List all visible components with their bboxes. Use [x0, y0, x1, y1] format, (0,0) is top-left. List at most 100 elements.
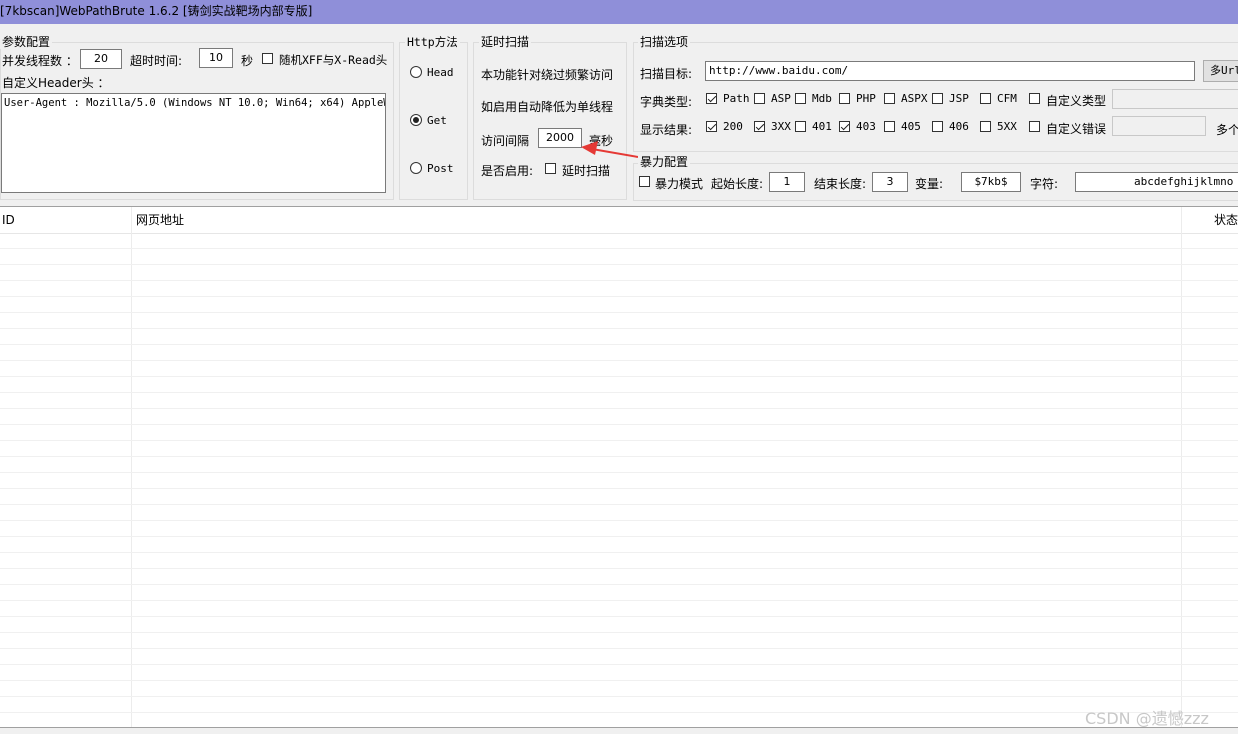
interval-input[interactable]: 2000 [538, 128, 582, 148]
delay-enable-checkbox-label: 延时扫描 [562, 164, 611, 178]
timeout-unit: 秒 [241, 54, 254, 68]
result-code-label: 3XX [771, 120, 791, 133]
result-code-checkbox[interactable] [754, 121, 765, 132]
table-row-line [0, 584, 1238, 585]
chars-value: abcdefghijklmno [1134, 175, 1234, 188]
dict-type-label: CFM [997, 92, 1017, 105]
dict-type-checkbox[interactable] [795, 93, 806, 104]
table-row-line [0, 440, 1238, 441]
target-label: 扫描目标: [640, 67, 693, 81]
dict-type-checkbox[interactable] [706, 93, 717, 104]
result-code-label: 401 [812, 120, 832, 133]
chars-input[interactable]: abcdefghijklmno [1075, 172, 1238, 192]
red-arrow-annotation [581, 141, 639, 158]
table-row-line [0, 536, 1238, 537]
timeout-input[interactable]: 10 [199, 48, 233, 68]
column-divider [1181, 207, 1182, 728]
table-row-line [0, 632, 1238, 633]
column-header-url[interactable]: 网页地址 [136, 207, 184, 233]
delay-desc-line2: 如启用自动降低为单线程 [481, 100, 614, 114]
result-code-checkbox[interactable] [795, 121, 806, 132]
end-length-label: 结束长度: [814, 177, 867, 191]
column-header-status[interactable]: 状态 [1214, 207, 1238, 233]
method-get-radio[interactable] [410, 114, 422, 126]
dict-type-checkbox[interactable] [932, 93, 943, 104]
method-head-radio[interactable] [410, 66, 422, 78]
dict-type-label: ASPX [901, 92, 928, 105]
result-code-checkbox[interactable] [1029, 121, 1040, 132]
watermark: CSDN @遗憾zzz [1085, 709, 1209, 728]
method-get-label: Get [427, 114, 447, 127]
result-code-checkbox[interactable] [706, 121, 717, 132]
brute-group-title: 暴力配置 [638, 155, 691, 169]
header-textarea[interactable]: User-Agent : Mozilla/5.0 (Windows NT 10.… [1, 93, 386, 193]
table-row-line [0, 296, 1238, 297]
brute-mode-checkbox[interactable] [639, 176, 650, 187]
result-code-label: 403 [856, 120, 876, 133]
window-title-bar: [7kbscan]WebPathBrute 1.6.2 [铸剑实战靶场内部专版] [0, 0, 1238, 24]
multi-label: 多个 [1216, 123, 1238, 137]
dict-type-checkbox[interactable] [1029, 93, 1040, 104]
header-label: 自定义Header头 ： [2, 76, 110, 90]
window-title: [7kbscan]WebPathBrute 1.6.2 [铸剑实战靶场内部专版] [0, 4, 313, 18]
table-row-line [0, 696, 1238, 697]
delay-enable-checkbox[interactable] [545, 163, 556, 174]
dict-type-checkbox[interactable] [839, 93, 850, 104]
dict-type-checkbox[interactable] [754, 93, 765, 104]
table-row-line [0, 616, 1238, 617]
delay-group-title: 延时扫描 [479, 35, 532, 49]
table-row-line [0, 376, 1238, 377]
table-row-line [0, 568, 1238, 569]
table-row-line [0, 664, 1238, 665]
result-code-checkbox[interactable] [932, 121, 943, 132]
result-code-checkbox[interactable] [839, 121, 850, 132]
params-group-title: 参数配置 [0, 35, 53, 49]
header-text: User-Agent : Mozilla/5.0 (Windows NT 10.… [4, 97, 386, 109]
scan-group-title: 扫描选项 [638, 35, 691, 49]
random-xff-checkbox[interactable] [262, 53, 273, 64]
dict-type-label: Mdb [812, 92, 832, 105]
interval-label: 访问间隔 [481, 134, 530, 148]
table-row-line [0, 344, 1238, 345]
table-row-line [0, 264, 1238, 265]
column-header-id[interactable]: ID [2, 207, 15, 233]
start-length-label: 起始长度: [711, 177, 764, 191]
dict-type-label: PHP [856, 92, 876, 105]
result-code-checkbox[interactable] [884, 121, 895, 132]
random-xff-label: 随机XFF与X-Read头 [279, 53, 388, 67]
variable-input[interactable]: $7kb$ [961, 172, 1021, 192]
result-code-label: 5XX [997, 120, 1017, 133]
result-code-label: 自定义错误 [1046, 122, 1107, 136]
dict-type-checkbox[interactable] [884, 93, 895, 104]
table-row-line [0, 360, 1238, 361]
result-label: 显示结果: [640, 123, 693, 137]
dict-type-label: JSP [949, 92, 969, 105]
method-post-radio[interactable] [410, 162, 422, 174]
table-row-line [0, 280, 1238, 281]
result-code-checkbox[interactable] [980, 121, 991, 132]
custom-error-input[interactable] [1112, 116, 1206, 136]
multi-url-button[interactable]: 多Url [1203, 60, 1238, 82]
end-length-input[interactable]: 3 [872, 172, 908, 192]
dict-type-label: Path [723, 92, 750, 105]
dict-type-checkbox[interactable] [980, 93, 991, 104]
table-row-line [0, 600, 1238, 601]
threads-input[interactable]: 20 [80, 49, 122, 69]
timeout-label: 超时时间: [130, 54, 183, 68]
target-input[interactable]: http://www.baidu.com/ [705, 61, 1195, 81]
custom-type-input[interactable] [1112, 89, 1238, 109]
result-code-label: 406 [949, 120, 969, 133]
start-length-input[interactable]: 1 [769, 172, 805, 192]
table-row-line [0, 472, 1238, 473]
results-table-header: ID 网页地址 状态 [0, 207, 1238, 234]
table-row-line [0, 456, 1238, 457]
delay-desc-line1: 本功能针对绕过频繁访问 [481, 68, 614, 82]
table-row-line [0, 520, 1238, 521]
table-row-line [0, 328, 1238, 329]
table-row-line [0, 408, 1238, 409]
table-row-line [0, 552, 1238, 553]
method-post-label: Post [427, 162, 454, 175]
variable-label: 变量: [915, 177, 944, 191]
results-table[interactable]: ID 网页地址 状态 [0, 206, 1238, 728]
column-divider [131, 207, 132, 728]
